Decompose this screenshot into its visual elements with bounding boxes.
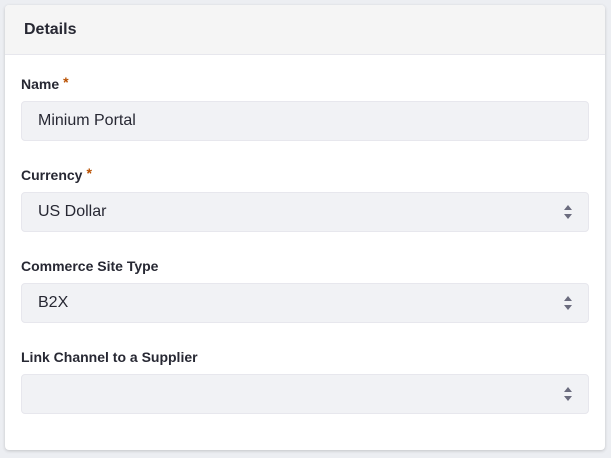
currency-label: Currency * xyxy=(21,165,589,184)
name-label: Name * xyxy=(21,74,589,93)
caret-double-icon xyxy=(562,294,574,312)
commerce-site-type-field-group: Commerce Site Type B2X xyxy=(21,257,589,323)
name-field-group: Name * Minium Portal xyxy=(21,74,589,141)
currency-label-text: Currency xyxy=(21,167,83,183)
currency-field-group: Currency * US Dollar xyxy=(21,165,589,232)
commerce-site-type-label-text: Commerce Site Type xyxy=(21,258,159,274)
caret-double-icon xyxy=(562,203,574,221)
card-title: Details xyxy=(24,20,77,38)
name-input-value: Minium Portal xyxy=(38,112,136,129)
name-input[interactable]: Minium Portal xyxy=(21,101,589,141)
link-channel-supplier-select[interactable] xyxy=(21,374,589,414)
currency-select[interactable]: US Dollar xyxy=(21,192,589,232)
required-asterisk: * xyxy=(86,165,92,181)
commerce-site-type-select[interactable]: B2X xyxy=(21,283,589,323)
currency-select-value: US Dollar xyxy=(38,203,107,220)
details-card: Details Name * Minium Portal Currency * … xyxy=(5,5,605,450)
link-channel-supplier-label-text: Link Channel to a Supplier xyxy=(21,349,198,365)
caret-double-icon xyxy=(562,385,574,403)
required-asterisk: * xyxy=(63,74,69,90)
name-label-text: Name xyxy=(21,76,60,92)
link-channel-supplier-label: Link Channel to a Supplier xyxy=(21,348,589,366)
commerce-site-type-select-value: B2X xyxy=(38,294,69,311)
card-header: Details xyxy=(5,5,605,55)
commerce-site-type-label: Commerce Site Type xyxy=(21,257,589,275)
link-channel-supplier-field-group: Link Channel to a Supplier xyxy=(21,348,589,414)
